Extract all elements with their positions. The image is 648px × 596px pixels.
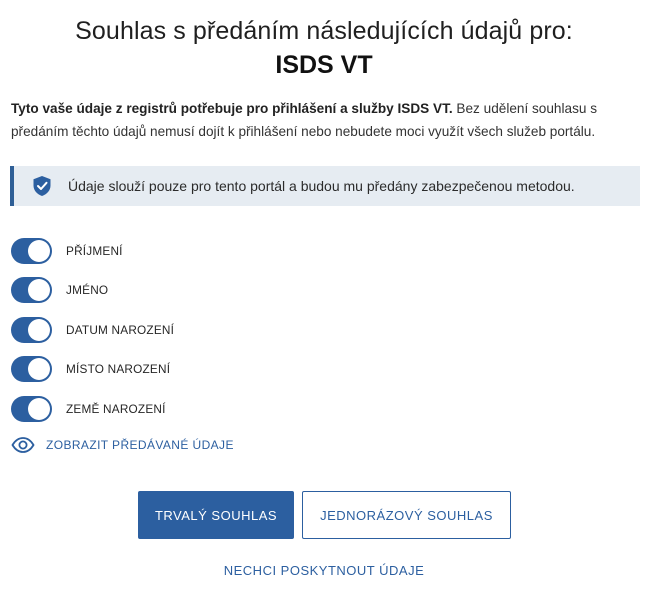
consent-heading: Souhlas s předáním následujících údajů p… <box>0 16 648 80</box>
toggle-switch-jmeno[interactable] <box>11 277 52 303</box>
consent-title: Souhlas s předáním následujících údajů p… <box>75 17 573 45</box>
toggle-label-misto-narozeni: MÍSTO NAROZENÍ <box>66 362 171 376</box>
intro-paragraph: Tyto vaše údaje z registrů potřebuje pro… <box>11 97 641 143</box>
toggle-row-jmeno: JMÉNO <box>11 276 174 305</box>
shield-check-icon <box>32 175 52 197</box>
toggle-label-prijmeni: PŘÍJMENÍ <box>66 243 123 258</box>
one-time-consent-button[interactable]: JEDNORÁZOVÝ SOUHLAS <box>302 491 511 539</box>
service-name: ISDS VT <box>275 51 373 79</box>
toggle-switch-datum-narozeni[interactable] <box>11 316 52 343</box>
toggle-label-jmeno: JMÉNO <box>66 283 109 297</box>
toggle-switch-prijmeni[interactable] <box>11 237 52 264</box>
permanent-consent-button[interactable]: TRVALÝ SOUHLAS <box>138 491 294 539</box>
toggle-row-zeme-narozeni: ZEMĚ NAROZENÍ <box>11 394 174 423</box>
eye-icon <box>11 436 35 454</box>
toggle-knob <box>28 279 50 301</box>
toggle-row-prijmeni: PŘÍJMENÍ <box>11 236 174 265</box>
toggle-label-zeme-narozeni: ZEMĚ NAROZENÍ <box>66 401 166 416</box>
toggle-knob <box>28 318 50 341</box>
toggle-switch-zeme-narozeni[interactable] <box>11 395 52 422</box>
decline-consent-link[interactable]: NECHCI POSKYTNOUT ÚDAJE <box>0 563 648 578</box>
show-data-label: ZOBRAZIT PŘEDÁVANÉ ÚDAJE <box>46 438 234 452</box>
show-data-link[interactable]: ZOBRAZIT PŘEDÁVANÉ ÚDAJE <box>11 436 234 454</box>
data-consent-toggles: PŘÍJMENÍ JMÉNO DATUM NAROZENÍ MÍSTO NARO… <box>11 236 174 434</box>
toggle-row-misto-narozeni: MÍSTO NAROZENÍ <box>11 355 174 384</box>
toggle-knob <box>28 397 50 420</box>
security-notice-text: Údaje slouží pouze pro tento portál a bu… <box>68 178 575 194</box>
intro-bold-text: Tyto vaše údaje z registrů potřebuje pro… <box>11 101 453 116</box>
toggle-knob <box>28 358 50 380</box>
toggle-knob <box>28 239 50 262</box>
security-notice: Údaje slouží pouze pro tento portál a bu… <box>10 166 640 206</box>
toggle-row-datum-narozeni: DATUM NAROZENÍ <box>11 315 174 344</box>
toggle-label-datum-narozeni: DATUM NAROZENÍ <box>66 322 175 337</box>
toggle-switch-misto-narozeni[interactable] <box>11 356 52 382</box>
